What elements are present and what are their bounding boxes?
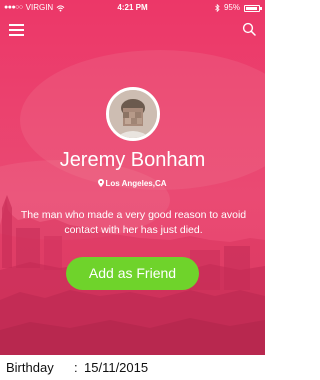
profile-hero: ●●●○○ VIRGIN 4:21 PM 95% Jeremy Bonham L… (0, 0, 265, 355)
profile-location: Los Angeles,CA (0, 179, 265, 188)
avatar-photo (109, 90, 157, 138)
add-friend-button[interactable]: Add as Friend (66, 257, 199, 290)
bluetooth-icon (215, 4, 220, 12)
battery-percentage: 95% (223, 3, 240, 12)
hamburger-menu-icon[interactable] (9, 24, 24, 36)
battery-level (246, 6, 257, 10)
avatar (106, 87, 160, 141)
profile-name: Jeremy Bonham (59, 149, 206, 171)
city-background-image (0, 0, 265, 355)
location-pin-icon (98, 179, 105, 187)
battery-icon (244, 4, 262, 12)
birthday-value: 15/11/2015 (84, 360, 149, 375)
profile-bio: The man who made a very good reason to a… (20, 209, 247, 236)
search-icon[interactable] (242, 22, 256, 36)
birthday-separator: : (74, 360, 78, 375)
profile-screen: ●●●○○ VIRGIN 4:21 PM 95% Jeremy Bonham L… (0, 0, 265, 380)
status-bar: ●●●○○ VIRGIN 4:21 PM 95% (0, 0, 265, 16)
birthday-row: Birthday : 15/11/2015 (0, 355, 265, 380)
birthday-label: Birthday (6, 360, 54, 375)
location-text: Los Angeles,CA (105, 179, 167, 188)
